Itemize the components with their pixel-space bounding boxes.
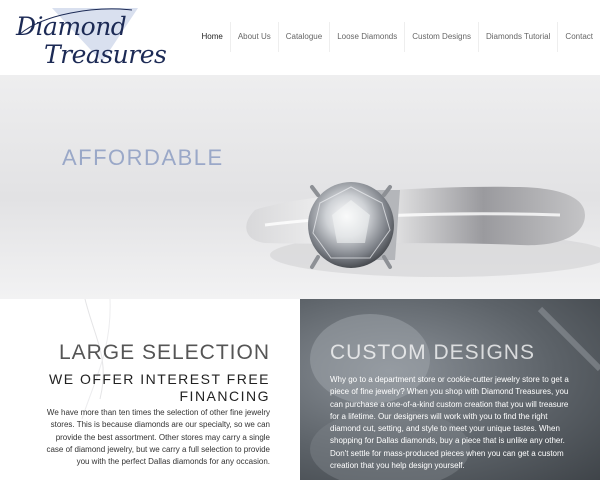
logo[interactable]: Diamond Treasures (14, 6, 167, 69)
nav-about-us[interactable]: About Us (229, 22, 278, 52)
logo-text-line2: Treasures (44, 40, 167, 69)
nav-custom-designs[interactable]: Custom Designs (404, 22, 478, 52)
logo-text-line1: Diamond (16, 12, 127, 41)
hero-banner: AFFORDABLE (0, 75, 600, 299)
nav-home[interactable]: Home (194, 22, 229, 52)
nav-loose-diamonds[interactable]: Loose Diamonds (329, 22, 404, 52)
custom-designs-panel: CUSTOM DESIGNS Why go to a department st… (300, 299, 600, 480)
site-header: Diamond Treasures Home About Us Catalogu… (0, 0, 600, 75)
large-selection-body: We have more than ten times the selectio… (46, 408, 270, 467)
financing-subtitle: WE OFFER INTEREST FREE FINANCING (49, 371, 270, 404)
hero-headline: AFFORDABLE (62, 145, 224, 170)
custom-designs-body: Why go to a department store or cookie-c… (330, 375, 569, 471)
nav-diamonds-tutorial[interactable]: Diamonds Tutorial (477, 22, 557, 52)
main-nav: Home About Us Catalogue Loose Diamonds C… (194, 22, 600, 52)
large-selection-title: LARGE SELECTION (58, 341, 270, 364)
nav-contact[interactable]: Contact (557, 22, 600, 52)
nav-catalogue[interactable]: Catalogue (277, 22, 329, 52)
ring-image (246, 182, 600, 277)
custom-designs-title: CUSTOM DESIGNS (330, 341, 535, 364)
large-selection-panel: LARGE SELECTION WE OFFER INTEREST FREE F… (0, 299, 300, 480)
